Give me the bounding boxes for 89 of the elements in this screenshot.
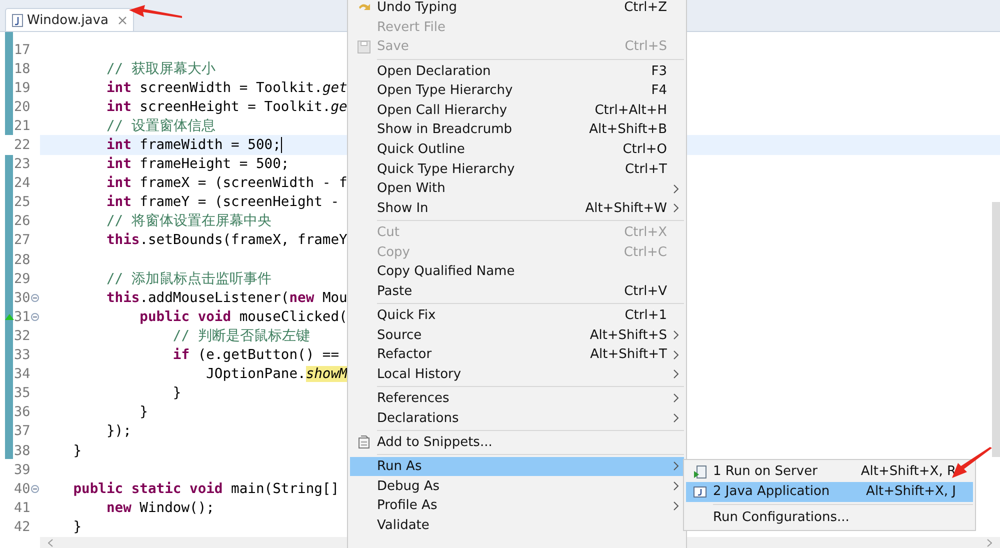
line-number: 36 — [14, 404, 30, 420]
collapse-icon[interactable] — [31, 484, 40, 493]
line-number: 40 — [14, 480, 30, 497]
menu-item[interactable]: Profile As — [350, 496, 684, 516]
java-app-icon — [692, 484, 706, 499]
menu-item[interactable]: Validate — [350, 515, 684, 535]
line-number: 30 — [14, 290, 30, 306]
line-number: 19 — [14, 80, 30, 96]
code-line: } — [72, 442, 82, 459]
line-number: 22 — [14, 137, 30, 154]
menu-item[interactable]: References — [350, 388, 684, 408]
line-number: 42 — [14, 518, 30, 535]
menu-item[interactable]: Local History — [350, 364, 684, 384]
line-number: 41 — [14, 500, 30, 516]
line-number: 37 — [14, 423, 30, 440]
code-line: int frameHeight = 500; — [105, 156, 290, 172]
menu-item[interactable]: Show In Alt+Shift+W — [350, 198, 684, 218]
line-number: 23 — [14, 156, 30, 172]
line-number: 25 — [14, 194, 30, 210]
close-icon[interactable] — [118, 16, 128, 24]
snippet-icon — [356, 435, 370, 450]
code-line: int screenWidth = Toolkit.get — [105, 80, 348, 96]
code-line: }); — [105, 423, 132, 440]
code-line: public static void main(String[] — [72, 480, 340, 497]
code-line: // 设置窗体信息 — [105, 116, 216, 135]
java-file-icon — [12, 14, 23, 26]
line-number: 20 — [14, 98, 30, 115]
save-icon — [356, 40, 370, 54]
menu-item[interactable]: Source Alt+Shift+S — [350, 325, 684, 345]
line-number: 33 — [14, 347, 30, 364]
code-line: int frameY = (screenHeight - — [105, 194, 340, 210]
menu-item[interactable]: Quick Fix Ctrl+1 — [350, 306, 684, 326]
menu-item[interactable]: Show in Breadcrumb Alt+Shift+B — [350, 120, 684, 140]
code-line: new Window(); — [105, 500, 214, 516]
menu-item[interactable]: Open Declaration F3 — [350, 61, 684, 81]
code-line: public void mouseClicked( — [138, 308, 348, 325]
line-number: 29 — [14, 270, 30, 287]
line-number: 26 — [14, 213, 30, 230]
line-number: 24 — [14, 175, 30, 192]
line-number: 38 — [14, 442, 30, 459]
server-run-icon — [692, 464, 706, 479]
scroll-left-icon[interactable] — [48, 538, 53, 546]
menu-item[interactable]: Paste Ctrl+V — [350, 282, 684, 302]
line-number: 27 — [14, 232, 30, 248]
editor-tab[interactable]: Window.java — [5, 8, 134, 31]
line-number: 34 — [14, 366, 30, 382]
code-line: } — [172, 385, 182, 402]
tab-title: Window.java — [27, 12, 108, 28]
menu-item[interactable]: Run As — [350, 456, 684, 476]
code-line: } — [138, 404, 148, 420]
line-number: 17 — [14, 42, 30, 58]
collapse-icon[interactable] — [31, 294, 40, 302]
line-number: 39 — [14, 462, 30, 478]
line-number: 28 — [14, 252, 30, 268]
line-number: 32 — [14, 328, 30, 344]
code-line: int screenHeight = Toolkit.ge — [105, 98, 348, 115]
code-line: // 添加鼠标点击监听事件 — [105, 270, 272, 288]
annotation-arrow — [129, 5, 183, 21]
code-line: this.setBounds(frameX, frameY — [105, 232, 348, 248]
code-line: JOptionPane.showM — [205, 366, 348, 382]
menu-item[interactable]: Undo Typing Ctrl+Z — [350, 0, 684, 18]
line-number: 18 — [14, 60, 30, 77]
code-line: if (e.getButton() == — [172, 347, 340, 364]
menu-item[interactable]: Open Call Hierarchy Ctrl+Alt+H — [350, 100, 684, 120]
code-line: // 获取屏幕大小 — [105, 60, 216, 78]
menu-item[interactable]: Debug As — [350, 476, 684, 496]
code-line: int frameWidth = 500; — [105, 137, 282, 154]
code-line: this.addMouseListener(new Mou — [105, 290, 348, 306]
line-number: 21 — [14, 118, 30, 134]
line-number: 31 — [14, 308, 30, 325]
line-number: 35 — [14, 385, 30, 402]
menu-item[interactable]: Declarations — [350, 408, 684, 428]
scroll-right-icon[interactable] — [987, 538, 992, 546]
collapse-icon[interactable] — [31, 312, 40, 321]
code-line: } — [72, 518, 82, 535]
menu-item[interactable]: Add to Snippets... — [350, 432, 684, 452]
menu-item[interactable]: 2 Java Application Alt+Shift+X, J — [686, 482, 973, 502]
menu-item[interactable]: Run Configurations... — [686, 508, 973, 528]
menu-item[interactable]: Copy Qualified Name — [350, 262, 684, 282]
code-line: // 判断是否鼠标左键 — [172, 326, 310, 345]
code-line: // 将窗体设置在屏幕中央 — [105, 212, 272, 230]
vertical-scrollbar[interactable] — [992, 202, 1000, 457]
menu-item[interactable]: Refactor Alt+Shift+T — [350, 344, 684, 364]
menu-item[interactable]: Open Type Hierarchy F4 — [350, 80, 684, 101]
menu-item[interactable]: Quick Outline Ctrl+O — [350, 140, 684, 160]
text-cursor — [280, 137, 282, 154]
code-line: int frameX = (screenWidth - f — [105, 175, 348, 192]
menu-item[interactable]: Quick Type Hierarchy Ctrl+T — [350, 159, 684, 179]
menu-item[interactable]: Open With — [350, 178, 684, 199]
